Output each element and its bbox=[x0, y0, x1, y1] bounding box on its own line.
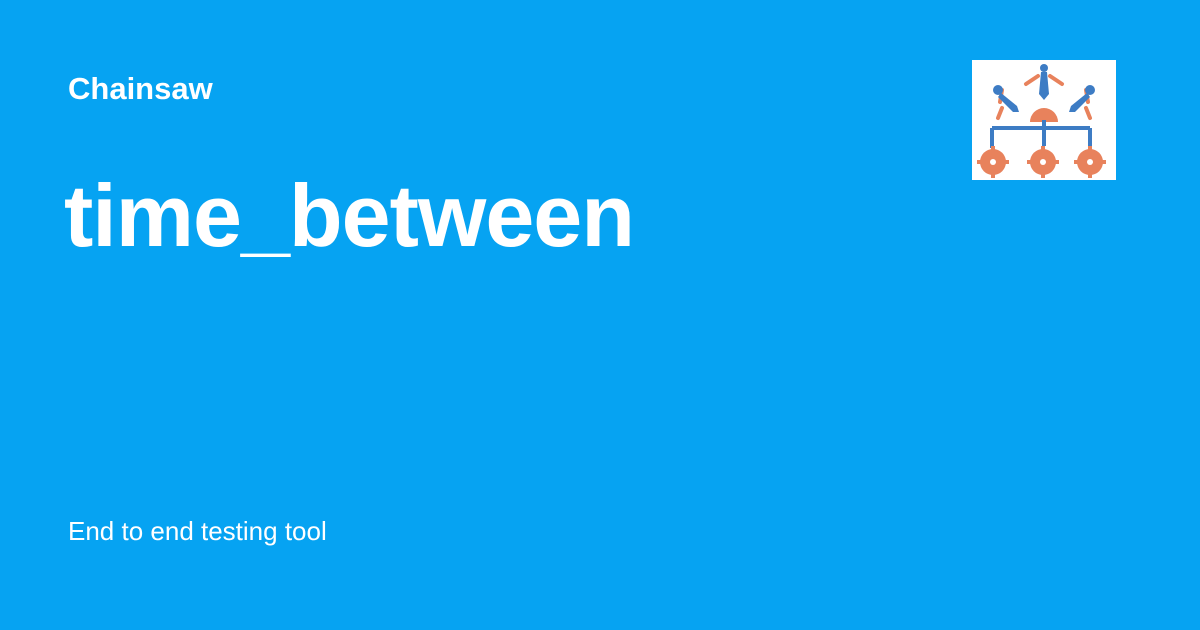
brand-name: Chainsaw bbox=[68, 71, 213, 106]
tagline: End to end testing tool bbox=[68, 516, 327, 546]
chainsaw-logo-icon bbox=[972, 60, 1116, 180]
social-card: Chainsaw time_between End to end testing… bbox=[0, 0, 1200, 630]
page-title: time_between bbox=[64, 166, 635, 265]
